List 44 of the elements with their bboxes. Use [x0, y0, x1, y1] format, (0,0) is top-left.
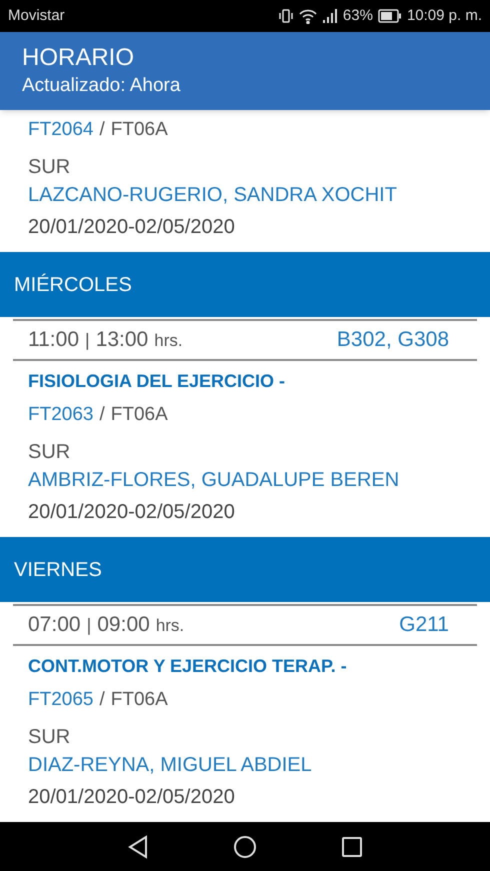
wifi-icon	[298, 8, 317, 24]
code-separator: /	[99, 688, 105, 712]
end-time: 09:00	[97, 612, 150, 638]
day-header: VIERNES	[0, 537, 490, 602]
start-time: 11:00	[28, 327, 79, 354]
vibrate-icon	[278, 8, 294, 24]
end-time: 13:00	[96, 327, 148, 354]
clock: 10:09 p. m.	[406, 6, 482, 26]
campus-label: SUR	[28, 725, 72, 750]
battery-percent: 63%	[342, 6, 373, 26]
time-unit: hrs.	[154, 330, 183, 352]
time-divider: |	[86, 614, 92, 638]
screen-title: HORARIO	[22, 43, 136, 73]
time-unit: hrs.	[156, 615, 184, 638]
group-code: FT06A	[110, 688, 168, 712]
time-divider: |	[85, 329, 90, 352]
group-code: FT06A	[110, 118, 168, 142]
teacher-name: DIAZ-REYNA, MIGUEL ABDIEL	[28, 753, 313, 778]
code-separator: /	[99, 118, 105, 142]
home-icon[interactable]	[233, 834, 257, 858]
course-code[interactable]: FT2064	[28, 116, 94, 144]
course-code[interactable]: FT2065	[28, 686, 94, 714]
campus-label: SUR	[28, 440, 72, 465]
room-list: B302, G308	[336, 324, 449, 356]
back-icon[interactable]	[127, 834, 149, 858]
date-range: 20/01/2020-02/05/2020	[28, 500, 236, 525]
battery-icon	[378, 9, 402, 23]
update-status: Actualizado: Ahora	[22, 74, 182, 98]
group-code: FT06A	[110, 402, 168, 426]
teacher-name: LAZCANO-RUGERIO, SANDRA XOCHIT	[28, 183, 398, 208]
course-title: FISIOLOGIA DEL EJERCICIO -	[28, 370, 286, 393]
signal-icon	[322, 8, 338, 24]
date-range: 20/01/2020-02/05/2020	[28, 215, 236, 240]
date-range: 20/01/2020-02/05/2020	[28, 785, 236, 810]
course-title: CONT.MOTOR Y EJERCICIO TERAP. -	[28, 655, 348, 678]
teacher-name: AMBRIZ-FLORES, GUADALUPE BEREN	[28, 468, 400, 493]
recents-icon[interactable]	[341, 836, 363, 858]
course-code[interactable]: FT2063	[28, 400, 94, 429]
code-separator: /	[99, 402, 105, 426]
campus-label: SUR	[28, 155, 72, 180]
start-time: 07:00	[28, 612, 81, 638]
day-header: MIÉRCOLES	[0, 252, 490, 317]
carrier-name: Movistar	[8, 6, 65, 26]
room-list: G211	[399, 609, 449, 641]
